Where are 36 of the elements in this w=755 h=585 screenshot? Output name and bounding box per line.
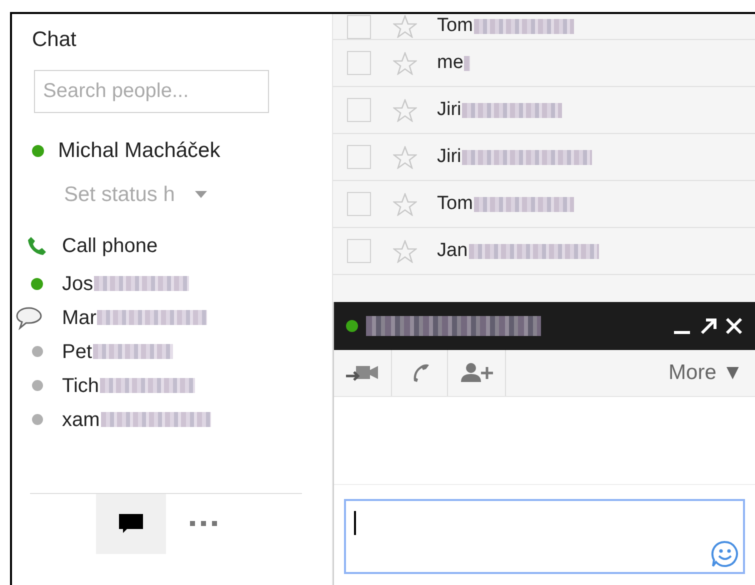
pop-out-icon[interactable] [699,317,717,335]
caret-icon [194,191,207,198]
contact-item[interactable]: Tich [62,370,196,400]
star-icon[interactable] [393,146,417,168]
smiley-icon[interactable] [711,540,739,568]
ellipsis-icon [190,521,218,527]
sender-name: Jiri [437,96,562,124]
star-icon[interactable] [393,52,417,74]
more-menu[interactable]: More ▼ [668,350,743,396]
search-field[interactable]: Search people... [34,70,269,112]
chat-heading: Chat [32,27,78,53]
star-icon[interactable] [393,240,417,262]
checkbox[interactable] [347,51,371,75]
contact-item[interactable]: Call phone [62,230,158,260]
chat-bubble-icon [118,512,144,536]
star-icon[interactable] [393,192,417,216]
sender-name: me [437,48,470,78]
message-input-field[interactable] [344,499,745,574]
contact-item[interactable]: xam [62,404,211,434]
chat-tab[interactable] [96,494,166,554]
contact-item[interactable]: Pet [62,336,174,366]
close-icon[interactable] [725,317,743,335]
sender-name: Jan [437,236,599,266]
checkbox[interactable] [347,145,371,169]
sender-name: Tom [437,190,574,218]
checkbox[interactable] [347,239,371,263]
star-icon[interactable] [393,15,417,38]
contact-item[interactable]: Jos [62,268,190,298]
checkbox[interactable] [347,14,371,38]
sender-name: Jiri [437,142,592,172]
contact-item[interactable]: Mar [62,302,208,332]
user-name: Michal Macháček [58,138,220,164]
checkbox[interactable] [347,98,371,122]
sender-name: Tom [437,14,574,41]
checkbox[interactable] [347,192,371,216]
star-icon[interactable] [393,98,417,122]
